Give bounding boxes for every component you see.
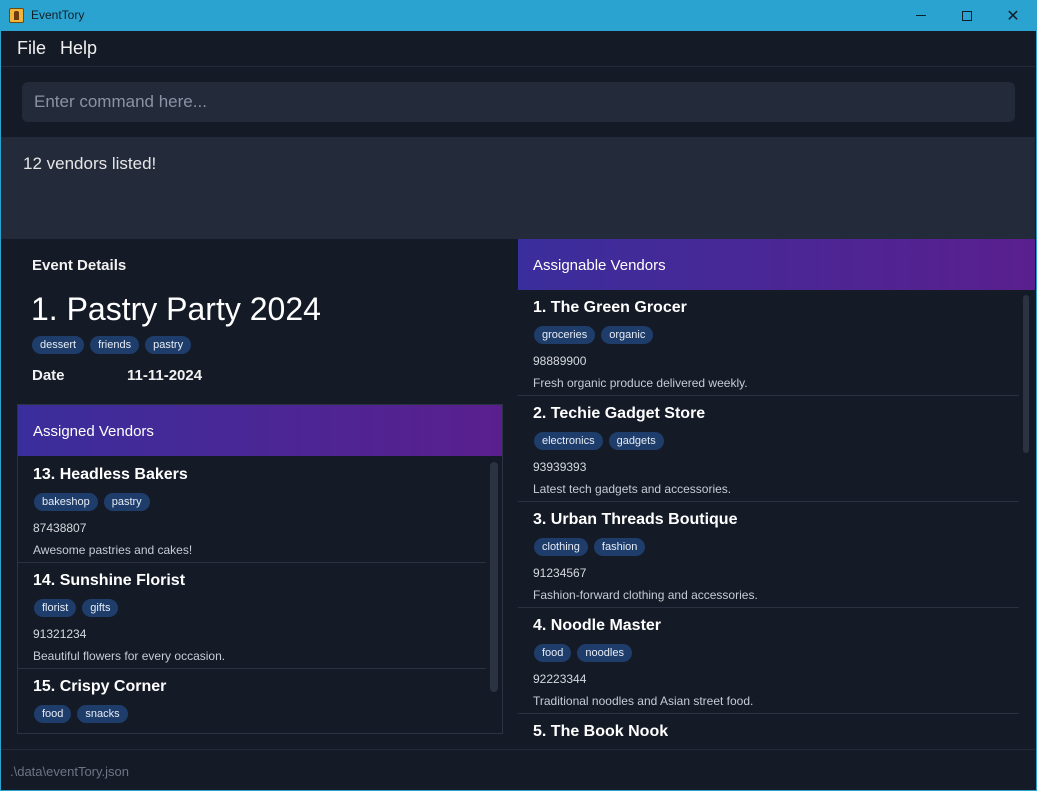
vendor-description: Fresh organic produce delivered weekly. [533, 376, 748, 390]
vendor-tags: electronics gadgets [534, 432, 664, 450]
vendor-name: 15. Crispy Corner [33, 678, 167, 695]
vendor-card[interactable]: 3. Urban Threads Boutique clothing fashi… [518, 502, 1019, 608]
result-display: 12 vendors listed! [1, 137, 1035, 239]
vendor-tags: food noodles [534, 644, 632, 662]
vendor-tag: bakeshop [34, 493, 98, 511]
vendor-tag: noodles [577, 644, 632, 662]
vendor-tag: clothing [534, 538, 588, 556]
vendor-card[interactable]: 5. The Book Nook [518, 714, 1019, 749]
vendor-tag: groceries [534, 326, 596, 344]
vendor-tags: food snacks [34, 705, 128, 723]
vendor-name: 14. Sunshine Florist [33, 572, 186, 589]
vendor-card[interactable]: 2. Techie Gadget Store electronics gadge… [518, 396, 1019, 502]
app-icon [9, 8, 24, 23]
event-tags: dessert friends pastry [32, 336, 192, 354]
close-icon: ✕ [1006, 7, 1020, 25]
command-input[interactable] [22, 82, 1015, 122]
vendor-phone: 93939393 [533, 460, 587, 474]
vendor-tag: gifts [82, 599, 119, 617]
close-button[interactable]: ✕ [990, 0, 1036, 31]
vendor-name: 13. Headless Bakers [33, 466, 188, 483]
command-box [1, 67, 1035, 137]
vendor-phone: 92223344 [533, 672, 587, 686]
assignable-vendors-scrollbar[interactable] [1023, 295, 1029, 453]
vendor-tag: organic [601, 326, 654, 344]
vendor-card[interactable]: 4. Noodle Master food noodles 92223344 T… [518, 608, 1019, 714]
event-name: 1. Pastry Party 2024 [31, 291, 321, 327]
menu-file[interactable]: File [17, 38, 46, 59]
assigned-vendors-panel: Assigned Vendors 13. Headless Bakers bak… [17, 404, 503, 734]
assigned-vendors-title: Assigned Vendors [33, 423, 154, 440]
vendor-description: Traditional noodles and Asian street foo… [533, 694, 754, 708]
event-date-label: Date [32, 367, 65, 384]
event-date-value: 11-11-2024 [127, 367, 203, 384]
minimize-button[interactable] [898, 0, 944, 31]
event-details-heading: Event Details [32, 257, 127, 274]
vendor-tag: electronics [534, 432, 603, 450]
vendor-tag: gadgets [608, 432, 664, 450]
vendor-card[interactable]: 14. Sunshine Florist florist gifts 91321… [18, 563, 486, 669]
vendor-name: 2. Techie Gadget Store [533, 405, 706, 422]
assignable-vendors-header: Assignable Vendors [518, 239, 1035, 290]
vendor-tags: bakeshop pastry [34, 493, 150, 511]
event-tag: friends [90, 336, 140, 354]
vendor-description: Latest tech gadgets and accessories. [533, 482, 732, 496]
menu-help[interactable]: Help [60, 38, 97, 59]
vendor-description: Fashion-forward clothing and accessories… [533, 588, 758, 602]
vendor-card[interactable]: 15. Crispy Corner food snacks [18, 669, 486, 733]
vendor-name: 3. Urban Threads Boutique [533, 511, 738, 528]
vendor-description: Awesome pastries and cakes! [33, 543, 193, 557]
menu-bar: File Help [1, 31, 1035, 67]
vendor-tag: pastry [103, 493, 150, 511]
vendor-tag: food [534, 644, 572, 662]
result-message: 12 vendors listed! [23, 154, 157, 173]
vendor-tags: clothing fashion [534, 538, 646, 556]
vendor-tag: food [34, 705, 72, 723]
vendor-tag: snacks [77, 705, 128, 723]
save-file-path: .\data\eventTory.json [10, 764, 129, 779]
vendor-name: 4. Noodle Master [533, 617, 662, 634]
vendor-card[interactable]: 1. The Green Grocer groceries organic 98… [518, 290, 1019, 396]
window-title-bar[interactable]: EventTory ✕ [0, 0, 1037, 31]
assigned-vendors-scrollbar[interactable] [490, 462, 498, 692]
vendor-name: 1. The Green Grocer [533, 299, 687, 316]
status-bar: .\data\eventTory.json [1, 749, 1035, 790]
window-title: EventTory [31, 8, 85, 22]
maximize-icon [962, 10, 972, 21]
vendor-phone: 98889900 [533, 354, 587, 368]
assigned-vendors-header: Assigned Vendors [18, 405, 502, 456]
event-tag: pastry [145, 336, 192, 354]
vendor-tag: florist [34, 599, 77, 617]
event-tag: dessert [32, 336, 85, 354]
assignable-vendors-panel: Assignable Vendors 1. The Green Grocer g… [518, 239, 1036, 749]
vendor-tags: groceries organic [534, 326, 654, 344]
assignable-vendors-title: Assignable Vendors [533, 257, 666, 274]
vendor-phone: 91234567 [533, 566, 587, 580]
vendor-phone: 87438807 [33, 521, 87, 535]
minimize-icon [916, 15, 926, 16]
vendor-description: Beautiful flowers for every occasion. [33, 649, 226, 663]
vendor-phone: 91321234 [33, 627, 87, 641]
vendor-name: 5. The Book Nook [533, 723, 669, 740]
vendor-tags: florist gifts [34, 599, 119, 617]
vendor-card[interactable]: 13. Headless Bakers bakeshop pastry 8743… [18, 457, 486, 563]
vendor-tag: fashion [593, 538, 646, 556]
maximize-button[interactable] [944, 0, 990, 31]
